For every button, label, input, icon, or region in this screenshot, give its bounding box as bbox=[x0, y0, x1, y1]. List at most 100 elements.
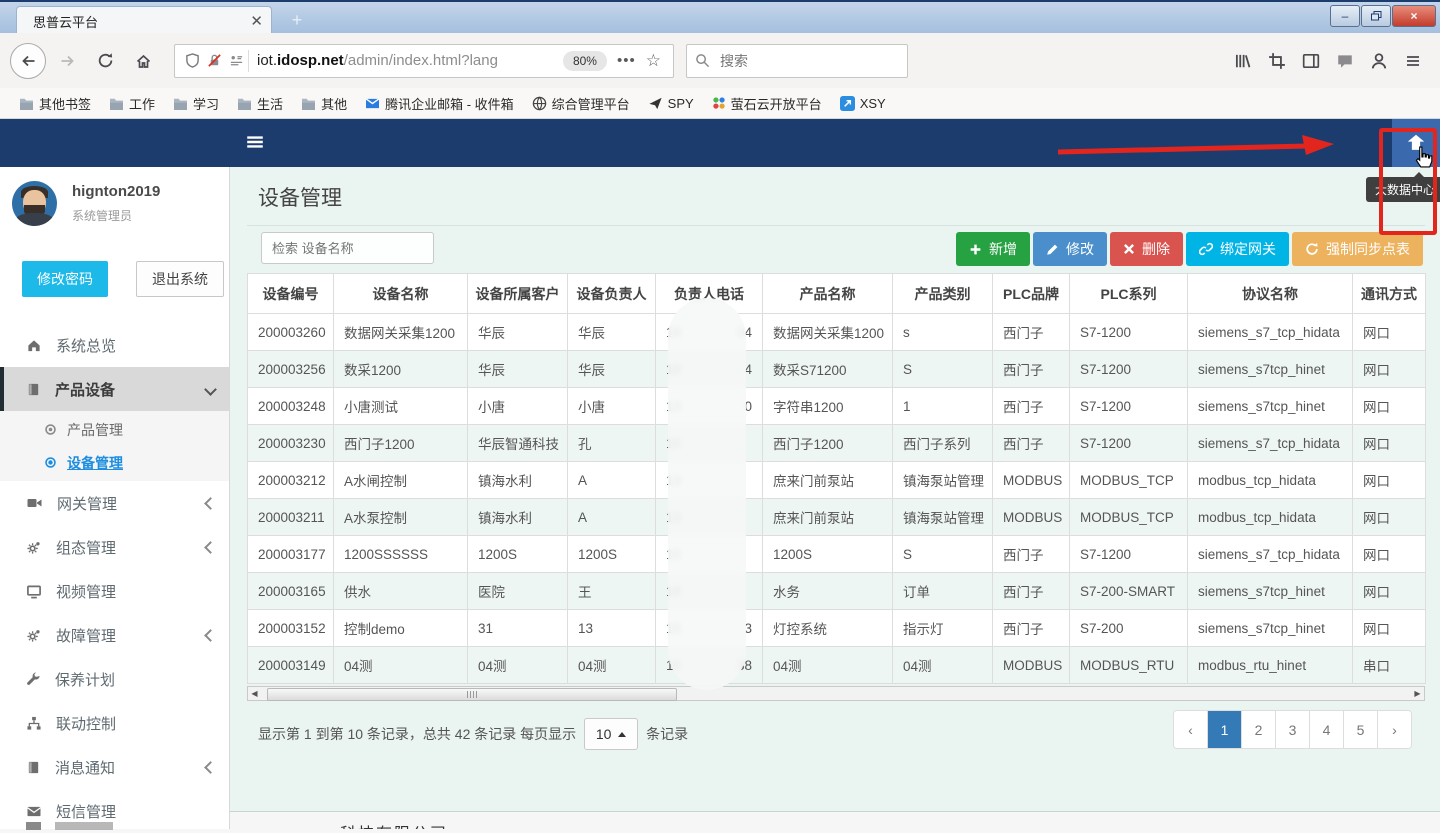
cell-category: S bbox=[893, 536, 993, 573]
page-4[interactable]: 4 bbox=[1310, 711, 1344, 748]
table-row[interactable]: 200003248小唐测试小唐小唐130字符串12001西门子S7-1200si… bbox=[248, 388, 1426, 425]
column-header[interactable]: 协议名称 bbox=[1188, 274, 1353, 314]
bookmark-item[interactable]: 综合管理平台 bbox=[525, 91, 637, 116]
column-header[interactable]: 设备名称 bbox=[334, 274, 468, 314]
url-bar[interactable]: iot.idosp.net/admin/index.html?lang 80% … bbox=[174, 44, 674, 78]
permissions-icon[interactable] bbox=[229, 53, 244, 68]
bookmark-item[interactable]: 其他书签 bbox=[12, 91, 98, 116]
reload-button[interactable] bbox=[88, 44, 122, 78]
table-row[interactable]: 200003152控制demo3113153灯控系统指示灯西门子S7-200si… bbox=[248, 610, 1426, 647]
column-header[interactable]: 设备所属客户 bbox=[468, 274, 568, 314]
action-plus-button[interactable]: 新增 bbox=[956, 232, 1030, 266]
library-icon[interactable] bbox=[1233, 52, 1252, 70]
close-button[interactable]: × bbox=[1392, 5, 1436, 27]
page-2[interactable]: 2 bbox=[1242, 711, 1276, 748]
table-row[interactable]: 200003211A水泵控制镇海水利A13庶来门前泵站镇海泵站管理MODBUSM… bbox=[248, 499, 1426, 536]
table-row[interactable]: 20000314904测04测04测153804测04测MODBUSMODBUS… bbox=[248, 647, 1426, 684]
action-refresh-button[interactable]: 强制同步点表 bbox=[1292, 232, 1423, 266]
table-row[interactable]: 200003165供水医院王18水务订单西门子S7-200-SMARTsieme… bbox=[248, 573, 1426, 610]
shield-icon[interactable] bbox=[185, 53, 200, 68]
cell-brand: 西门子 bbox=[993, 388, 1070, 425]
bookmark-label: SPY bbox=[668, 96, 694, 111]
scrollbar-thumb[interactable] bbox=[267, 688, 677, 701]
scroll-right-icon[interactable]: ▶ bbox=[1411, 688, 1424, 699]
column-header[interactable]: 产品类别 bbox=[893, 274, 993, 314]
forward-button[interactable] bbox=[50, 44, 84, 78]
page-actions-icon[interactable]: ••• bbox=[617, 52, 636, 69]
messages-icon[interactable] bbox=[1336, 52, 1354, 70]
cell-product: 字符串1200 bbox=[763, 388, 893, 425]
bookmark-item[interactable]: 工作 bbox=[102, 91, 162, 116]
bookmark-item[interactable]: 学习 bbox=[166, 91, 226, 116]
sidebar-item-7[interactable]: 联动控制 bbox=[0, 701, 229, 745]
column-header[interactable]: PLC系列 bbox=[1070, 274, 1188, 314]
account-icon[interactable] bbox=[1370, 52, 1388, 70]
column-header[interactable]: 产品名称 bbox=[763, 274, 893, 314]
new-tab-button[interactable]: + bbox=[284, 10, 310, 32]
table-row[interactable]: 200003256数采1200华辰华辰184数采S71200S西门子S7-120… bbox=[248, 351, 1426, 388]
sidebar-subitem-0[interactable]: 产品管理 bbox=[0, 413, 229, 446]
action-link-button[interactable]: 绑定网关 bbox=[1186, 232, 1289, 266]
bookmark-item[interactable]: 腾讯企业邮箱 - 收件箱 bbox=[358, 91, 521, 116]
sidebar-item-3[interactable]: 组态管理 bbox=[0, 525, 229, 569]
prev-page[interactable]: ‹ bbox=[1174, 711, 1208, 748]
book-icon bbox=[26, 760, 41, 775]
page-1[interactable]: 1 bbox=[1208, 711, 1242, 748]
cell-id: 200003256 bbox=[248, 351, 334, 388]
sidebar-item-2[interactable]: 网关管理 bbox=[0, 481, 229, 525]
logout-button[interactable]: 退出系统 bbox=[136, 261, 224, 297]
bookmark-item[interactable]: 萤石云开放平台 bbox=[705, 91, 829, 116]
browser-tab[interactable]: 思普云平台 ✕ bbox=[16, 6, 272, 35]
sidebar-collapse-icon[interactable] bbox=[245, 133, 265, 151]
scroll-left-icon[interactable]: ◀ bbox=[248, 688, 261, 699]
crop-tool-icon[interactable] bbox=[1268, 52, 1286, 70]
restore-button[interactable] bbox=[1361, 5, 1391, 27]
change-password-button[interactable]: 修改密码 bbox=[22, 261, 108, 297]
sidebar-item-5[interactable]: 故障管理 bbox=[0, 613, 229, 657]
device-search-input[interactable] bbox=[261, 232, 434, 264]
horizontal-scrollbar[interactable]: ◀ ▶ bbox=[247, 686, 1425, 701]
sidebar-submenu: 产品管理设备管理 bbox=[0, 411, 229, 481]
sidebar: hignton2019 系统管理员 修改密码 退出系统 系统总览产品设备产品管理… bbox=[0, 167, 230, 829]
sidebar-toggle-icon[interactable] bbox=[1302, 52, 1320, 70]
minimize-button[interactable]: – bbox=[1330, 5, 1360, 27]
column-header[interactable]: 设备编号 bbox=[248, 274, 334, 314]
home-button[interactable] bbox=[126, 44, 160, 78]
browser-search[interactable] bbox=[686, 44, 908, 78]
cell-brand: 西门子 bbox=[993, 351, 1070, 388]
sidebar-item-4[interactable]: 视频管理 bbox=[0, 569, 229, 613]
tab-close-icon[interactable]: ✕ bbox=[250, 12, 263, 30]
sidebar-subitem-1[interactable]: 设备管理 bbox=[0, 446, 229, 479]
page-3[interactable]: 3 bbox=[1276, 711, 1310, 748]
envelope-icon bbox=[26, 805, 42, 818]
sidebar-item-6[interactable]: 保养计划 bbox=[0, 657, 229, 701]
column-header[interactable]: 设备负责人 bbox=[568, 274, 656, 314]
cell-brand: 西门子 bbox=[993, 610, 1070, 647]
table-row[interactable]: 200003230西门子1200华辰智通科技孔15西门子1200西门子系列西门子… bbox=[248, 425, 1426, 462]
back-button[interactable] bbox=[10, 43, 46, 79]
action-times-button[interactable]: 删除 bbox=[1110, 232, 1183, 266]
sidebar-item-1[interactable]: 产品设备 bbox=[0, 367, 229, 411]
bookmark-item[interactable]: 生活 bbox=[230, 91, 290, 116]
bookmark-star-icon[interactable]: ☆ bbox=[646, 51, 661, 71]
browser-search-input[interactable] bbox=[718, 52, 872, 70]
table-row[interactable]: 200003212A水闸控制镇海水利A13庶来门前泵站镇海泵站管理MODBUSM… bbox=[248, 462, 1426, 499]
sidebar-item-8[interactable]: 消息通知 bbox=[0, 745, 229, 789]
insecure-lock-icon[interactable] bbox=[207, 53, 222, 68]
bookmark-item[interactable]: XSY bbox=[833, 93, 893, 114]
column-header[interactable]: PLC品牌 bbox=[993, 274, 1070, 314]
bookmark-item[interactable]: 其他 bbox=[294, 91, 354, 116]
zoom-badge[interactable]: 80% bbox=[563, 51, 607, 71]
column-header[interactable]: 通讯方式 bbox=[1353, 274, 1426, 314]
action-pencil-button[interactable]: 修改 bbox=[1033, 232, 1107, 266]
sidebar-item-0[interactable]: 系统总览 bbox=[0, 323, 229, 367]
cell-product: 1200S bbox=[763, 536, 893, 573]
menu-icon[interactable] bbox=[1404, 53, 1422, 69]
next-page[interactable]: › bbox=[1378, 711, 1411, 748]
cell-customer: 镇海水利 bbox=[468, 462, 568, 499]
bookmark-item[interactable]: SPY bbox=[641, 93, 701, 114]
page-5[interactable]: 5 bbox=[1344, 711, 1378, 748]
table-row[interactable]: 200003260数据网关采集1200华辰华辰1804数据网关采集1200s西门… bbox=[248, 314, 1426, 351]
table-row[interactable]: 2000031771200SSSSSS1200S1200S151200SS西门子… bbox=[248, 536, 1426, 573]
page-size-select[interactable]: 10 bbox=[584, 718, 638, 750]
